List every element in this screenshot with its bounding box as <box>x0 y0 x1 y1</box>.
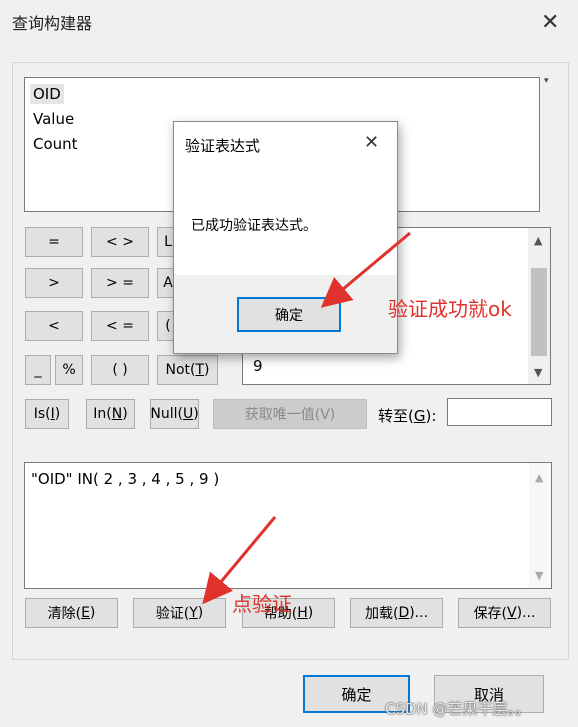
help-close: ) <box>307 605 314 621</box>
is-label: Is( <box>33 406 51 422</box>
load-button[interactable]: 加载(D)... <box>350 598 443 628</box>
field-item-oid[interactable]: OID <box>30 84 64 104</box>
save-close: )... <box>516 605 536 621</box>
clear-button[interactable]: 清除(E) <box>25 598 118 628</box>
null-label: Null( <box>150 406 183 422</box>
is-close: ) <box>54 406 61 422</box>
null-button[interactable]: Null(U) <box>150 399 199 429</box>
clear-label: 清除( <box>47 606 82 622</box>
dialog-footer: 确定 <box>174 275 397 353</box>
window-close-icon[interactable]: ✕ <box>541 12 559 34</box>
not-key: T <box>195 362 205 378</box>
dialog-ok-button[interactable]: 确定 <box>237 297 341 332</box>
in-key: N <box>111 406 123 422</box>
is-button[interactable]: Is(I) <box>25 399 69 429</box>
field-item-count[interactable]: Count <box>33 134 78 154</box>
list-dropdown-icon[interactable]: ▾ <box>544 76 549 86</box>
op-percent-button[interactable]: % <box>55 355 83 385</box>
dialog-close-icon[interactable]: ✕ <box>364 134 379 152</box>
help-key: H <box>297 605 308 621</box>
values-scrollbar[interactable]: ▲ ▼ <box>528 228 550 384</box>
save-label: 保存( <box>473 606 508 622</box>
scroll-thumb[interactable] <box>531 268 547 356</box>
goto-close: ): <box>425 407 437 425</box>
goto-key: G <box>413 407 426 425</box>
verify-label: 验证( <box>155 606 190 622</box>
expression-box[interactable]: "OID" IN( 2 , 3 , 4 , 5 , 9 ) ▲ ▼ <box>24 462 552 589</box>
scroll-up-icon[interactable]: ▲ <box>534 234 542 247</box>
in-close: ) <box>122 406 128 422</box>
in-button[interactable]: In(N) <box>86 399 135 429</box>
op-underscore-button[interactable]: _ <box>25 355 51 385</box>
op-not-equal-button[interactable]: < > <box>91 227 149 257</box>
clear-close: ) <box>89 605 96 621</box>
watermark: CSDN @芒果干层。。 <box>385 700 531 718</box>
verify-dialog: 验证表达式 ✕ 已成功验证表达式。 确定 <box>173 121 398 354</box>
get-unique-values-button[interactable]: 获取唯一值(V) <box>213 399 367 429</box>
expression-scrollbar[interactable]: ▲ ▼ <box>529 463 551 588</box>
annotation-click-verify: 点验证 <box>232 592 292 616</box>
dialog-title: 验证表达式 <box>185 137 261 155</box>
in-label: In( <box>93 406 112 422</box>
op-less-equal-button[interactable]: < = <box>91 311 149 341</box>
goto-label-text: 转至( <box>378 407 414 425</box>
not-label: Not( <box>165 362 196 378</box>
load-key: D <box>398 605 410 621</box>
verify-key: Y <box>189 605 198 621</box>
window-title: 查询构建器 <box>12 14 93 33</box>
not-close: ) <box>204 362 210 378</box>
goto-input[interactable] <box>447 398 552 426</box>
op-parens-button[interactable]: ( ) <box>91 355 149 385</box>
null-key: U <box>182 406 194 422</box>
expression-text[interactable]: "OID" IN( 2 , 3 , 4 , 5 , 9 ) <box>31 470 219 488</box>
value-item[interactable]: 9 <box>253 356 263 376</box>
annotation-success: 验证成功就ok <box>388 297 512 321</box>
op-not-button[interactable]: Not(T) <box>157 355 218 385</box>
expr-scroll-down-icon[interactable]: ▼ <box>535 569 543 582</box>
verify-close: ) <box>197 605 204 621</box>
dialog-message: 已成功验证表达式。 <box>191 218 317 234</box>
clear-key: E <box>81 605 90 621</box>
goto-label: 转至(G): <box>378 405 436 426</box>
load-label: 加载( <box>364 606 399 622</box>
field-item-value[interactable]: Value <box>33 109 74 129</box>
op-equal-button[interactable]: = <box>25 227 83 257</box>
op-greater-equal-button[interactable]: > = <box>91 268 149 298</box>
null-close: ) <box>193 406 199 422</box>
verify-button[interactable]: 验证(Y) <box>133 598 226 628</box>
expr-scroll-up-icon[interactable]: ▲ <box>535 471 543 484</box>
op-less-button[interactable]: < <box>25 311 83 341</box>
save-key: V <box>507 605 517 621</box>
save-button[interactable]: 保存(V)... <box>458 598 551 628</box>
scroll-down-icon[interactable]: ▼ <box>534 366 542 379</box>
load-close: )... <box>409 605 429 621</box>
op-greater-button[interactable]: > <box>25 268 83 298</box>
